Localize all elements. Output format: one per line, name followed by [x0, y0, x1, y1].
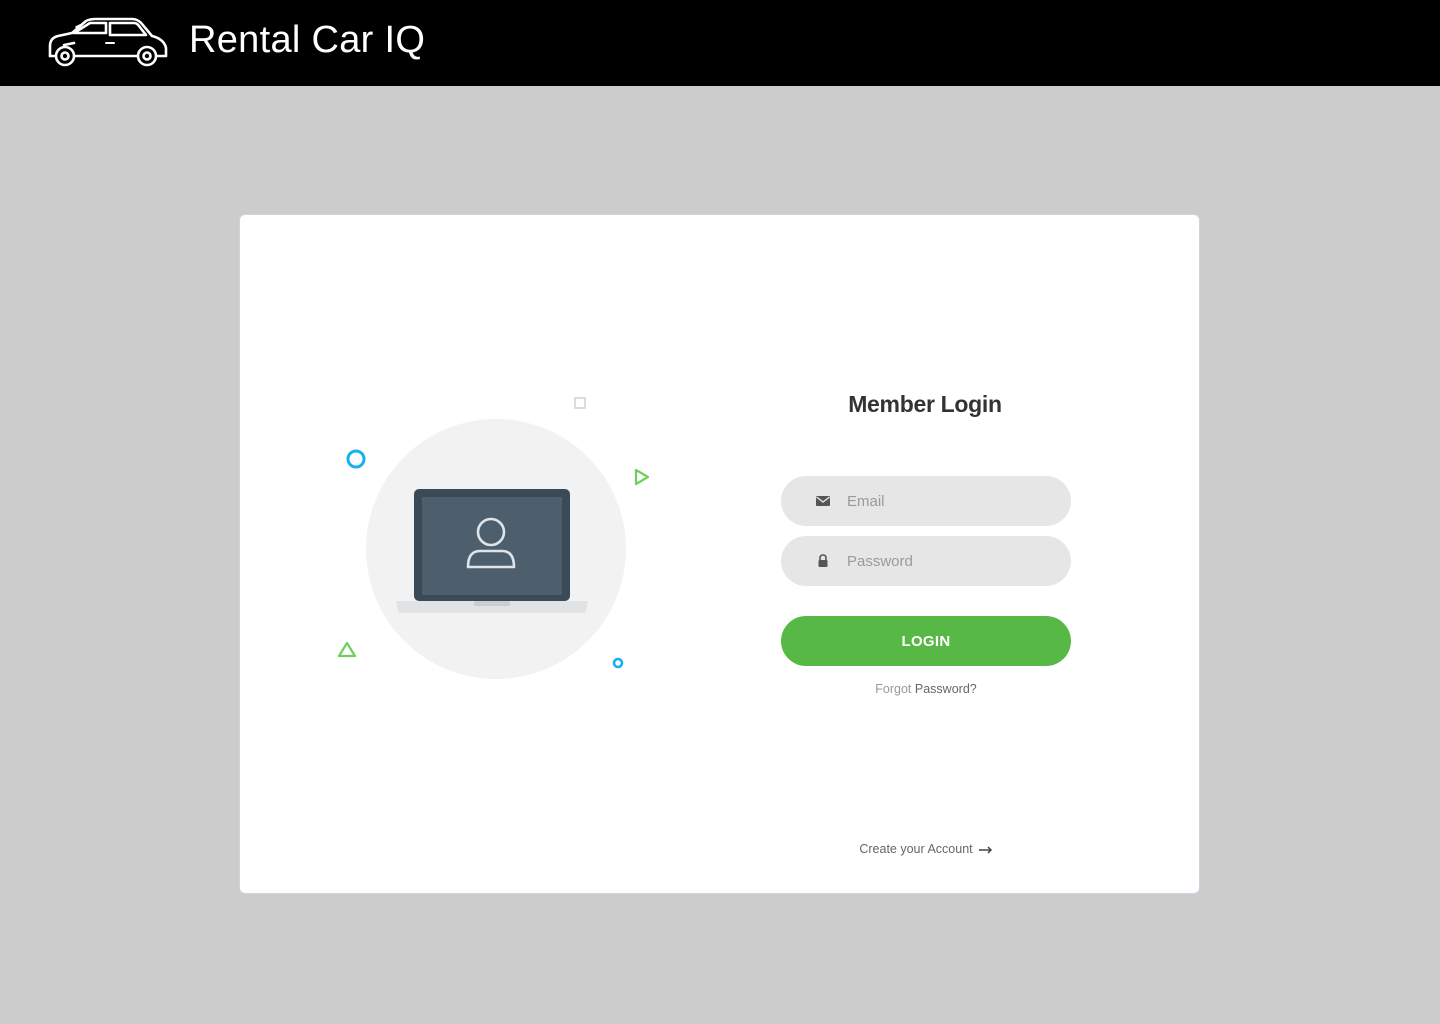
password-input[interactable] [847, 536, 1057, 586]
arrow-right-icon [978, 846, 992, 854]
forgot-password: Forgot Password? [781, 682, 1071, 696]
login-card: Member Login LOGIN Forgot Password? Crea… [239, 214, 1200, 894]
login-button[interactable]: LOGIN [781, 616, 1071, 666]
forgot-password-link[interactable]: Password? [915, 682, 977, 696]
email-field [781, 476, 1071, 526]
laptop-user-icon [337, 397, 650, 679]
create-account-link[interactable]: Create your Account [781, 842, 1071, 856]
email-input[interactable] [847, 476, 1057, 526]
password-field [781, 536, 1071, 586]
forgot-prefix: Forgot [875, 682, 912, 696]
app-title: Rental Car IQ [189, 19, 426, 61]
top-bar: Rental Car IQ [0, 0, 1440, 86]
lock-icon [818, 554, 828, 567]
create-account-label: Create your Account [859, 842, 973, 856]
page-title: Member Login [848, 391, 1002, 417]
car-icon [48, 17, 168, 67]
envelope-icon [816, 496, 830, 506]
